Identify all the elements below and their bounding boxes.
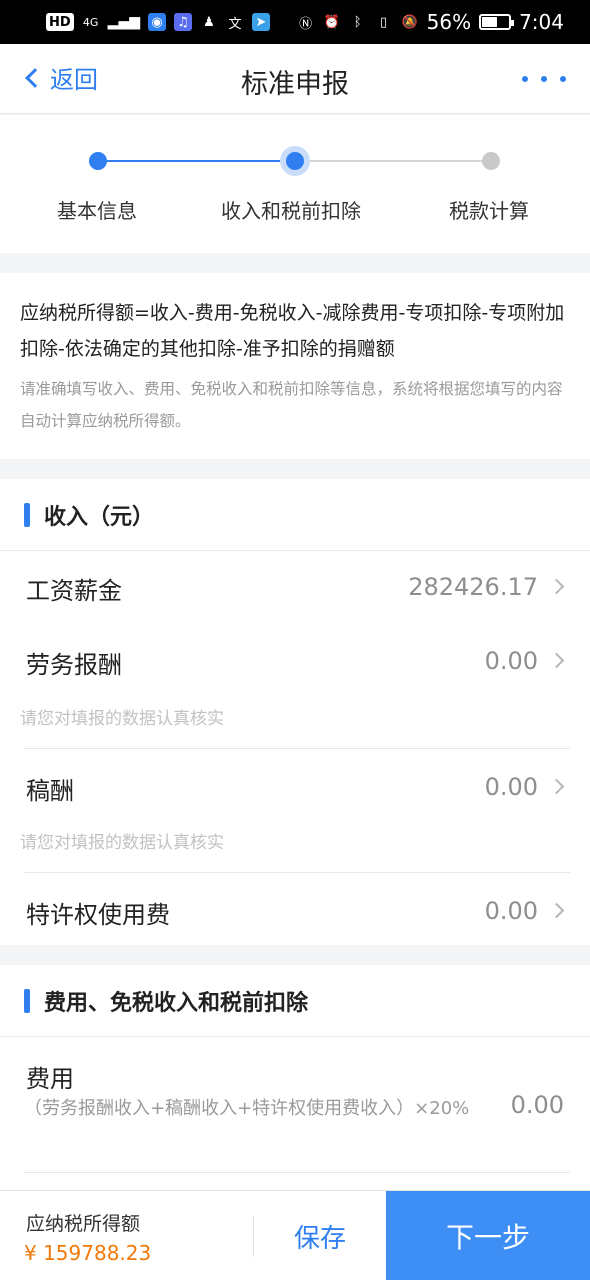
formula-hint: 请准确填写收入、费用、免税收入和税前扣除等信息，系统将根据您填写的内容自动计算应… bbox=[20, 380, 563, 430]
page-title: 标准申报 bbox=[241, 69, 349, 100]
next-step-button[interactable]: 下一步 bbox=[386, 1191, 590, 1280]
income-section: 收入（元） 工资薪金 282426.17 劳务报酬 0.00 请您对填报的数据认… bbox=[0, 479, 590, 945]
income-row-franchise[interactable]: 特许权使用费 0.00 bbox=[24, 873, 570, 945]
telegram-icon: ➤ bbox=[251, 13, 270, 31]
row-hint: 请您对填报的数据认真核实 bbox=[20, 709, 224, 729]
step-line-pending bbox=[294, 160, 491, 162]
progress-steps: 基本信息 收入和税前扣除 税款计算 bbox=[0, 115, 590, 253]
alarm-icon: ⏰ bbox=[323, 14, 340, 30]
row-value: 282426.17 bbox=[408, 573, 538, 601]
row-label: 劳务报酬 bbox=[26, 651, 122, 679]
row-label: 稿酬 bbox=[26, 777, 74, 805]
deductions-section-header: 费用、免税收入和税前扣除 bbox=[0, 965, 590, 1037]
formula-text: 应纳税所得额=收入-费用-免税收入-减除费用-专项扣除-专项附加扣除-依法确定的… bbox=[20, 302, 565, 360]
formula-block: 应纳税所得额=收入-费用-免税收入-减除费用-专项扣除-专项附加扣除-依法确定的… bbox=[0, 273, 590, 459]
row-value: 0.00 bbox=[484, 897, 538, 925]
status-left: HD 4G ▂▄▆ ◉ ♫ ♟ 文 ➤ bbox=[46, 13, 270, 32]
income-row-labor[interactable]: 劳务报酬 0.00 请您对填报的数据认真核实 bbox=[20, 625, 570, 749]
section-accent-bar bbox=[24, 988, 30, 1013]
qq-icon: ♟ bbox=[203, 14, 215, 30]
income-row-royalty[interactable]: 稿酬 0.00 请您对填报的数据认真核实 bbox=[20, 749, 570, 873]
row-hint: 请您对填报的数据认真核实 bbox=[20, 833, 224, 853]
bluetooth-icon: ᛒ bbox=[353, 14, 362, 30]
chevron-right-icon bbox=[548, 778, 565, 795]
chevron-right-icon bbox=[548, 902, 565, 919]
battery-icon bbox=[479, 14, 515, 30]
status-right: Ⓝ ⏰ ᛒ ▯ 🔕 56% 7:04 bbox=[297, 10, 564, 34]
music-icon: ♫ bbox=[173, 13, 192, 31]
taxable-income-amount: ¥ 159788.23 bbox=[24, 1241, 152, 1265]
step-dot-current-inner bbox=[286, 152, 304, 170]
mute-bell-icon: 🔕 bbox=[401, 14, 418, 30]
taxable-income-label: 应纳税所得额 bbox=[26, 1213, 141, 1235]
save-button[interactable]: 保存 bbox=[254, 1191, 386, 1280]
deduction-row-fee[interactable]: 费用 （劳务报酬收入+稿酬收入+特许权使用费收入）×20% 0.00 bbox=[24, 1037, 570, 1173]
step-line-done bbox=[98, 160, 294, 162]
app-notification-icon: ◉ bbox=[147, 13, 166, 31]
bottom-bar: 应纳税所得额 ¥ 159788.23 保存 下一步 bbox=[0, 1190, 590, 1280]
more-dot bbox=[541, 76, 547, 82]
nfc-icon: Ⓝ bbox=[299, 16, 313, 32]
section-accent-bar bbox=[24, 502, 30, 527]
step-dot-done bbox=[89, 152, 107, 170]
hd-badge: HD bbox=[46, 13, 74, 31]
more-dots-icon[interactable] bbox=[522, 62, 566, 82]
step-label-income: 收入和税前扣除 bbox=[221, 199, 361, 223]
income-section-header: 收入（元） bbox=[0, 479, 590, 551]
income-section-title: 收入（元） bbox=[44, 504, 155, 530]
chevron-right-icon bbox=[548, 578, 565, 595]
network-badge: 4G bbox=[82, 15, 99, 29]
row-label: 特许权使用费 bbox=[26, 901, 170, 929]
translate-icon: 文 bbox=[228, 16, 242, 32]
income-row-salary[interactable]: 工资薪金 282426.17 bbox=[24, 551, 570, 625]
step-label-tax-calc: 税款计算 bbox=[449, 199, 529, 223]
status-bar: HD 4G ▂▄▆ ◉ ♫ ♟ 文 ➤ Ⓝ ⏰ ᛒ ▯ 🔕 56% 7:04 bbox=[0, 0, 590, 44]
nav-bar: 返回 标准申报 bbox=[0, 44, 590, 114]
battery-percent: 56% bbox=[426, 10, 472, 34]
row-label: 工资薪金 bbox=[26, 577, 122, 605]
more-dot bbox=[560, 76, 566, 82]
row-value: 0.00 bbox=[510, 1091, 564, 1119]
deductions-section: 费用、免税收入和税前扣除 费用 （劳务报酬收入+稿酬收入+特许权使用费收入）×2… bbox=[0, 965, 590, 1190]
more-dot bbox=[522, 76, 528, 82]
clock: 7:04 bbox=[519, 10, 564, 34]
battery-fill bbox=[482, 17, 497, 27]
row-value: 0.00 bbox=[484, 773, 538, 801]
vibrate-icon: ▯ bbox=[380, 14, 388, 30]
chevron-right-icon bbox=[548, 652, 565, 669]
step-label-basic-info: 基本信息 bbox=[57, 199, 137, 223]
signal-icon: ▂▄▆ bbox=[107, 14, 140, 30]
row-value: 0.00 bbox=[484, 647, 538, 675]
step-dot-pending bbox=[482, 152, 500, 170]
fee-formula: （劳务报酬收入+稿酬收入+特许权使用费收入）×20% bbox=[24, 1098, 470, 1119]
deductions-section-title: 费用、免税收入和税前扣除 bbox=[44, 990, 309, 1016]
row-label: 费用 bbox=[26, 1065, 74, 1093]
